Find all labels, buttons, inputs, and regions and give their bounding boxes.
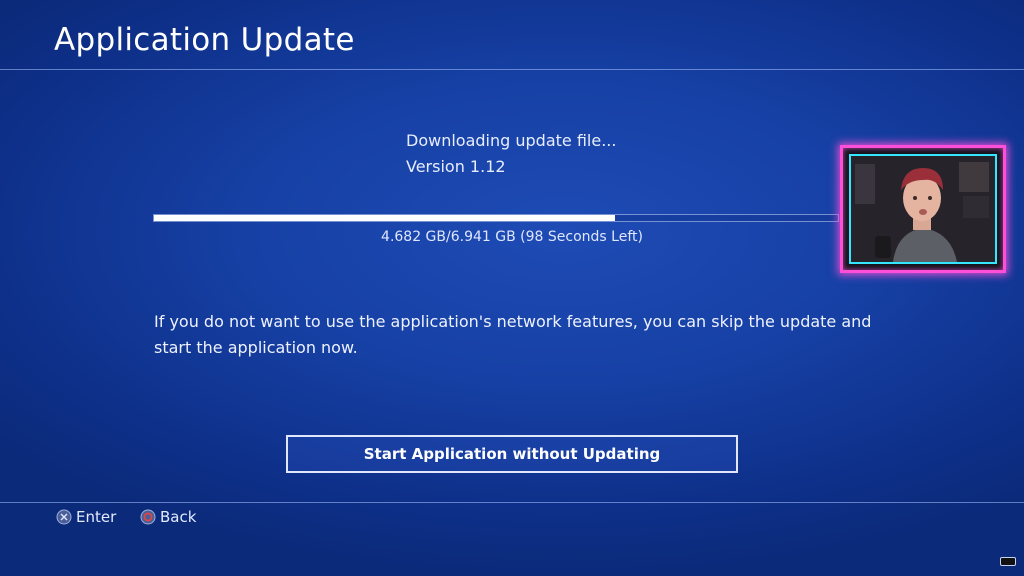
- circle-button-icon: [140, 509, 156, 525]
- skip-update-info-text: If you do not want to use the applicatio…: [154, 312, 872, 357]
- enter-hint[interactable]: Enter: [56, 508, 116, 526]
- enter-hint-label: Enter: [76, 508, 117, 526]
- back-hint[interactable]: Back: [140, 508, 196, 526]
- back-hint-label: Back: [160, 508, 197, 526]
- download-progress-bar: [153, 214, 839, 222]
- version-text: Version 1.12: [406, 157, 506, 176]
- download-status-text: Downloading update file...: [406, 131, 617, 150]
- update-screen: Application Update Downloading update fi…: [0, 0, 1024, 576]
- footer-divider: [0, 502, 1024, 503]
- download-progress-fill: [154, 215, 616, 221]
- streamer-webcam-overlay: [840, 145, 1006, 273]
- cross-button-icon: [56, 509, 72, 525]
- streamer-avatar-image: [851, 156, 995, 262]
- channel-watermark-icon: [1000, 557, 1016, 566]
- page-title: Application Update: [54, 22, 355, 58]
- start-without-updating-button[interactable]: Start Application without Updating: [286, 435, 738, 473]
- download-progress-text: 4.682 GB/6.941 GB (98 Seconds Left): [381, 229, 643, 245]
- webcam-video: [849, 154, 997, 264]
- header-divider: [0, 69, 1024, 70]
